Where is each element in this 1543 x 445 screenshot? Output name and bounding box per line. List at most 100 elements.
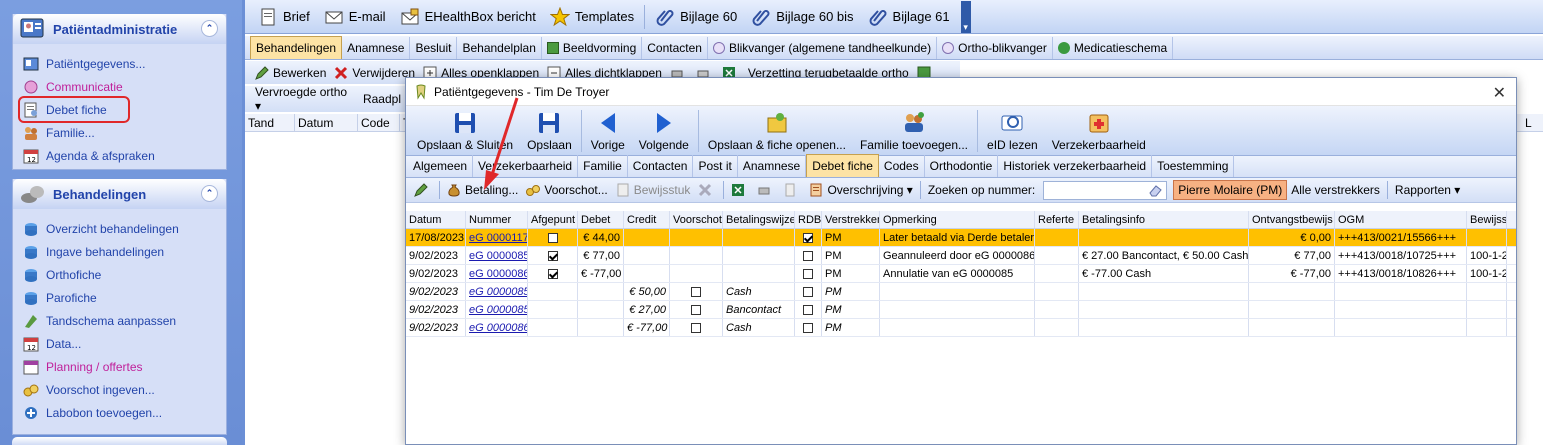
tab-post-it[interactable]: Post it [693,155,738,177]
tab-contacten[interactable]: Contacten [628,155,694,177]
column-header-referte[interactable]: Referte [1035,211,1079,228]
save-open-sheet-button[interactable]: Opslaan & fiche openen... [701,110,853,152]
ehealthbox-button[interactable]: EHealthBox bericht [393,3,543,31]
raadpl-button[interactable]: Raadpl [359,89,405,109]
column-header-voorschot[interactable]: Voorschot [670,211,723,228]
table-row[interactable]: 9/02/2023 eG 0000085 € 50,00 Cash PM [406,283,1516,301]
tab-orthodontie[interactable]: Orthodontie [925,155,999,177]
transfer-dropdown[interactable]: Overschrijving ▾ [805,180,916,200]
tab-blikvanger[interactable]: Blikvanger (algemene tandheelkunde) [708,37,938,59]
checkbox[interactable] [691,287,701,298]
sidebar-item-data[interactable]: 12 Data... [23,332,226,355]
toolbar-overflow-button[interactable]: ▾ [960,0,971,33]
next-button[interactable]: Volgende [632,110,696,152]
column-header-betalingsinfo[interactable]: Betalingsinfo [1079,211,1249,228]
column-header-betalingswijze[interactable]: Betalingswijze [723,211,795,228]
sidebar-item-debet-fiche[interactable]: Debet fiche [18,96,130,123]
edit-button[interactable] [410,180,436,200]
tab-toestemming[interactable]: Toestemming [1152,155,1235,177]
tab-ortho-blikvanger[interactable]: Ortho-blikvanger [937,37,1053,59]
tab-anamnese[interactable]: Anamnese [738,155,807,177]
save-button[interactable]: Opslaan [520,110,579,152]
column-header-credit[interactable]: Credit [624,211,670,228]
sidebar-item-labobon[interactable]: Labobon toevoegen... [23,401,226,424]
checkbox[interactable] [803,233,813,244]
invoice-number-link[interactable]: eG 0000085 [469,286,527,298]
add-family-button[interactable]: Familie toevoegen... [853,110,975,152]
column-header-code[interactable]: Code [358,114,400,131]
checkbox[interactable] [547,233,558,244]
all-providers-button[interactable]: Alle verstrekkers [1287,180,1384,200]
column-header-verstrekker[interactable]: Verstrekker [822,211,880,228]
sidebar-item-patientgegevens[interactable]: Patiëntgegevens... [23,52,226,75]
advance-button[interactable]: Voorschot... [522,180,611,200]
column-header-rdb[interactable]: RDB [795,211,822,228]
column-header-ogm[interactable]: OGM [1335,211,1467,228]
column-header-debet[interactable]: Debet [578,211,624,228]
close-icon[interactable]: ✕ [1493,83,1506,103]
tab-anamnese[interactable]: Anamnese [342,37,411,59]
checkbox[interactable] [547,269,558,280]
edit-button[interactable]: Bewerken [251,63,330,83]
eid-read-button[interactable]: eID lezen [980,110,1045,152]
invoice-number-link[interactable]: eG 0000086 [469,322,527,334]
templates-button[interactable]: Templates [543,3,641,31]
payment-button[interactable]: Betaling... [443,180,522,200]
group-header[interactable]: Patiëntadministratie ⌃ [13,14,226,44]
collapse-button[interactable]: ⌃ [201,20,218,37]
column-header-l[interactable]: L [1522,114,1532,132]
save-close-button[interactable]: Opslaan & Sluiten [410,110,520,152]
column-header-nummer[interactable]: Nummer [466,211,528,228]
collapse-button[interactable]: ⌃ [201,185,218,202]
table-row[interactable]: 9/02/2023 eG 0000085 € 77,00 PM Geannuleerd … [406,247,1516,265]
bijlage-61-button[interactable]: Bijlage 61 [861,3,957,31]
sidebar-item-orthofiche[interactable]: Orthofiche [23,263,226,286]
column-header-datum[interactable]: Datum [295,114,358,131]
email-button[interactable]: E-mail [317,3,393,31]
tab-contacten[interactable]: Contacten [642,37,708,59]
delete-button[interactable] [694,180,720,200]
sidebar-item-familie[interactable]: Familie... [23,121,226,144]
checkbox[interactable] [803,251,813,262]
brief-button[interactable]: Brief [251,3,317,31]
print-button[interactable] [753,180,779,200]
column-header-datum[interactable]: Datum [406,211,466,228]
column-header-opmerking[interactable]: Opmerking [880,211,1035,228]
tab-besluit[interactable]: Besluit [410,37,458,59]
invoice-number-link[interactable]: eG 0000085 [469,250,527,262]
checkbox[interactable] [803,323,813,334]
sidebar-item-voorschot[interactable]: Voorschot ingeven... [23,378,226,401]
invoice-number-link[interactable]: eG 0000085 [469,304,527,316]
sidebar-item-planning[interactable]: Planning / offertes [23,355,226,378]
sidebar-item-overzicht-behandelingen[interactable]: Overzicht behandelingen [23,217,226,240]
checkbox[interactable] [803,305,813,316]
reports-dropdown[interactable]: Rapporten ▾ [1391,180,1464,200]
checkbox[interactable] [691,323,701,334]
insurability-button[interactable]: Verzekerbaarheid [1045,110,1153,152]
column-header-bewijsstuk[interactable]: Bewijsst [1467,211,1507,228]
search-number-input[interactable] [1043,180,1168,200]
print-preview-button[interactable] [779,180,805,200]
table-row[interactable]: 9/02/2023 eG 0000086 € -77,00 Cash PM [406,319,1516,337]
tab-verzekerbaarheid[interactable]: Verzekerbaarheid [473,155,579,177]
eraser-icon[interactable] [1148,184,1162,197]
vervroegde-ortho-dropdown[interactable]: Vervroegde ortho ▾ [251,85,359,113]
sidebar-item-parofiche[interactable]: Parofiche [23,286,226,309]
sidebar-item-communicatie[interactable]: Communicatie [23,75,226,98]
column-header-tand[interactable]: Tand [245,114,295,131]
checkbox[interactable] [547,251,558,262]
checkbox[interactable] [691,305,701,316]
table-row[interactable]: 17/08/2023 eG 0000117 € 44,00 PM Later betaa… [406,229,1516,247]
tab-algemeen[interactable]: Algemeen [408,155,474,177]
tab-codes[interactable]: Codes [879,155,925,177]
checkbox[interactable] [803,269,813,280]
sidebar-item-ingave-behandelingen[interactable]: Ingave behandelingen [23,240,226,263]
tab-medicatieschema[interactable]: Medicatieschema [1053,37,1174,59]
tab-historiek-verzekerbaarheid[interactable]: Historiek verzekerbaarheid [998,155,1153,177]
tab-familie[interactable]: Familie [578,155,628,177]
table-row[interactable]: 9/02/2023 eG 0000086 € -77,00 PM Annulatie v… [406,265,1516,283]
tab-behandelingen[interactable]: Behandelingen [250,36,343,59]
invoice-number-link[interactable]: eG 0000086 [469,268,527,280]
previous-button[interactable]: Vorige [584,110,632,152]
table-row[interactable]: 9/02/2023 eG 0000085 € 27,00 Bancontact PM [406,301,1516,319]
